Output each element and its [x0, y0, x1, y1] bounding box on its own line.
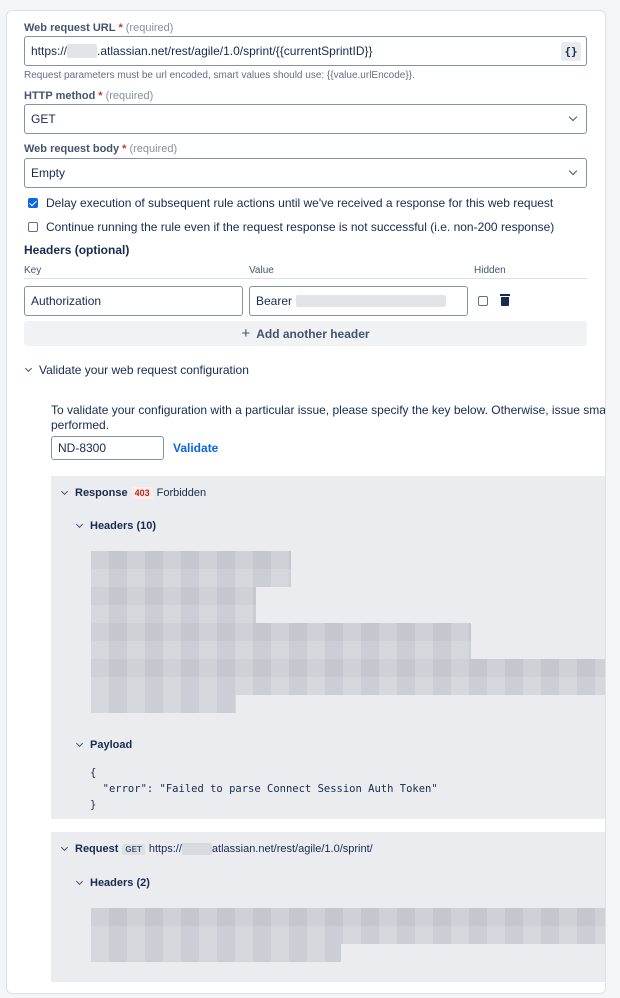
method-select[interactable]: GET — [24, 104, 587, 134]
chevron-down-icon — [75, 520, 84, 528]
method-field-label: HTTP method * (required) — [24, 90, 153, 102]
add-header-label: Add another header — [256, 326, 370, 341]
continue-checkbox[interactable] — [28, 222, 38, 232]
validate-link[interactable]: Validate — [173, 441, 218, 455]
redacted-request-headers — [91, 944, 341, 962]
redacted-headers — [91, 659, 605, 695]
url-helper-text: Request parameters must be url encoded, … — [24, 70, 415, 81]
delete-header-button[interactable] — [500, 294, 510, 306]
redacted-domain — [67, 44, 98, 58]
status-text: Forbidden — [156, 487, 207, 499]
issue-key-value: ND-8300 — [58, 441, 107, 455]
header-value-input[interactable]: Bearer — [249, 286, 468, 316]
payload-toggle[interactable]: Payload — [75, 739, 133, 751]
header-divider — [24, 278, 587, 279]
redacted-headers — [91, 695, 236, 713]
required-hint: (required) — [105, 90, 154, 102]
chevron-down-icon — [60, 843, 69, 851]
required-hint: (required) — [129, 143, 178, 155]
status-badge: 403 — [131, 487, 153, 499]
continue-checkbox-label: Continue running the rule even if the re… — [46, 220, 555, 234]
redacted-domain — [181, 843, 212, 855]
delay-checkbox[interactable] — [28, 198, 38, 208]
chevron-down-icon — [60, 487, 69, 495]
col-value: Value — [249, 265, 274, 276]
headers-title: Headers (optional) — [24, 243, 130, 257]
col-key: Key — [24, 265, 42, 276]
body-label-text: Web request body — [24, 143, 120, 155]
response-label: Response — [75, 487, 128, 499]
plus-icon: + — [241, 325, 251, 342]
hidden-checkbox[interactable] — [478, 296, 488, 306]
trash-icon — [500, 294, 510, 306]
url-prefix: https:// — [31, 44, 68, 58]
col-hidden: Hidden — [474, 265, 506, 276]
validate-toggle-label: Validate your web request configuration — [39, 363, 249, 377]
redacted-headers — [91, 623, 471, 659]
body-value: Empty — [31, 166, 66, 180]
redacted-request-headers — [91, 908, 605, 944]
request-headers-label: Headers (2) — [90, 877, 150, 889]
header-key-input[interactable]: Authorization — [24, 286, 243, 316]
validate-description-line1: To validate your configuration with a pa… — [51, 403, 606, 417]
smart-value-button[interactable]: {} — [561, 42, 581, 61]
response-toggle[interactable]: Response 403 Forbidden — [60, 487, 207, 499]
chevron-down-icon — [75, 877, 84, 885]
redacted-headers — [91, 551, 291, 587]
body-select[interactable]: Empty — [24, 158, 587, 188]
response-panel: Response 403 Forbidden Headers (10) Payl… — [51, 476, 605, 819]
header-key-value: Authorization — [31, 294, 102, 308]
validate-description-line2: performed. — [51, 418, 110, 432]
method-label-text: HTTP method — [24, 90, 96, 102]
chevron-down-icon — [75, 739, 84, 747]
required-hint: (required) — [125, 22, 174, 34]
request-url-suffix: atlassian.net/rest/agile/1.0/sprint/ — [211, 843, 373, 855]
continue-checkbox-row[interactable]: Continue running the rule even if the re… — [28, 220, 554, 234]
body-field-label: Web request body * (required) — [24, 143, 177, 155]
response-headers-label: Headers (10) — [90, 520, 157, 532]
request-headers-toggle[interactable]: Headers (2) — [75, 877, 150, 889]
url-suffix: .atlassian.net/rest/agile/1.0/sprint/{{c… — [97, 44, 373, 58]
issue-key-input[interactable]: ND-8300 — [51, 436, 164, 460]
web-request-config-card: Web request URL * (required) https:// .at… — [6, 10, 606, 994]
request-toggle[interactable]: Request GET https:// atlassian.net/rest/… — [60, 843, 373, 855]
required-star: * — [122, 143, 127, 155]
request-url-prefix: https:// — [148, 843, 182, 855]
method-badge: GET — [122, 843, 145, 855]
url-field-label: Web request URL * (required) — [24, 22, 173, 34]
response-headers-toggle[interactable]: Headers (10) — [75, 520, 157, 532]
redacted-token — [296, 295, 447, 307]
hidden-checkbox-wrap — [478, 296, 488, 306]
delay-checkbox-label: Delay execution of subsequent rule actio… — [46, 196, 554, 210]
payload-label: Payload — [90, 739, 133, 751]
delay-checkbox-row[interactable]: Delay execution of subsequent rule actio… — [28, 196, 553, 210]
redacted-headers — [91, 587, 256, 623]
required-star: * — [118, 22, 123, 34]
add-header-button[interactable]: + Add another header — [24, 321, 587, 346]
required-star: * — [98, 90, 103, 102]
request-label: Request — [75, 843, 119, 855]
chevron-down-icon — [568, 112, 578, 122]
url-label-text: Web request URL — [24, 22, 116, 34]
method-value: GET — [31, 112, 56, 126]
chevron-down-icon — [568, 166, 578, 176]
request-panel: Request GET https:// atlassian.net/rest/… — [51, 832, 605, 982]
header-value-prefix: Bearer — [256, 294, 293, 308]
payload-body: { "error": "Failed to parse Connect Sess… — [90, 767, 438, 811]
chevron-down-icon — [24, 364, 33, 372]
url-input[interactable]: https:// .atlassian.net/rest/agile/1.0/s… — [24, 36, 587, 66]
validate-description: To validate your configuration with a pa… — [51, 403, 606, 433]
validate-toggle[interactable]: Validate your web request configuration — [24, 363, 249, 377]
